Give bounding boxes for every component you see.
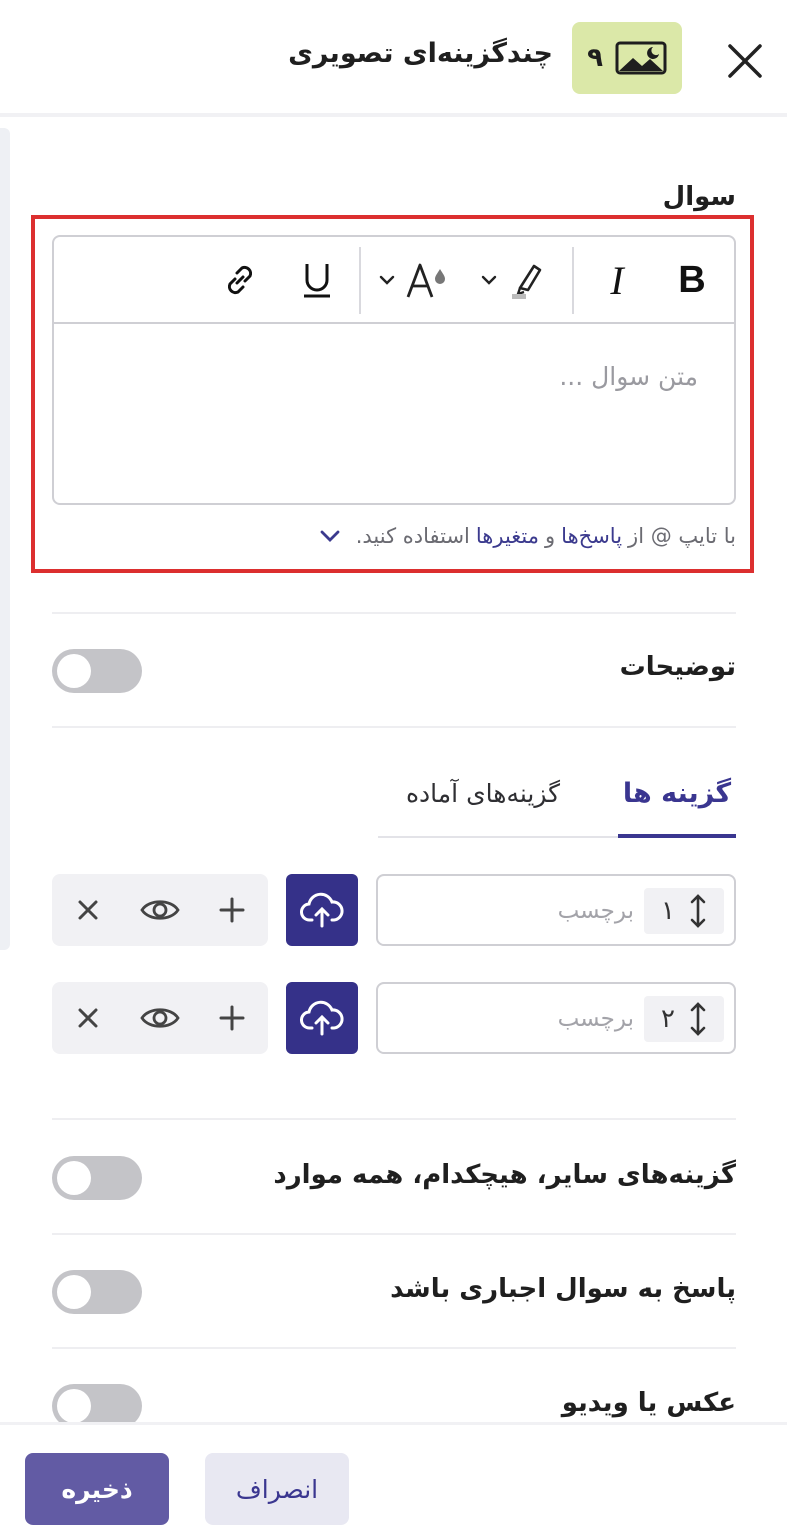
other-options-toggle[interactable] <box>52 1156 142 1200</box>
bold-button[interactable]: B <box>666 255 718 305</box>
option-label-input[interactable] <box>394 890 634 932</box>
toggle-visibility-button[interactable] <box>135 993 185 1043</box>
close-icon <box>728 44 762 78</box>
sort-vertical-icon <box>690 1002 706 1036</box>
description-toggle[interactable] <box>52 649 142 693</box>
toggle-knob <box>57 1275 91 1309</box>
add-option-button[interactable] <box>207 885 257 935</box>
question-editor[interactable]: B I متن سوال ... <box>52 235 736 505</box>
underline-icon <box>304 264 330 298</box>
divider <box>52 612 736 614</box>
font-color-button[interactable] <box>372 255 454 305</box>
option-drag-handle[interactable]: ۲ <box>644 996 724 1042</box>
chevron-down-icon <box>379 275 395 285</box>
required-label: پاسخ به سوال اجباری باشد <box>390 1274 736 1304</box>
upload-image-button[interactable] <box>286 874 358 946</box>
toggle-visibility-button[interactable] <box>135 885 185 935</box>
close-button[interactable] <box>720 36 770 86</box>
hint-and: و <box>545 524 556 548</box>
chevron-down-icon <box>481 275 497 285</box>
plus-icon <box>219 897 245 923</box>
plus-icon <box>219 1005 245 1031</box>
toggle-knob <box>57 1161 91 1195</box>
question-text-placeholder[interactable]: متن سوال ... <box>559 362 698 391</box>
underline-button[interactable] <box>291 255 343 305</box>
tab-preset-options[interactable]: گزینه‌های آماده <box>378 760 588 838</box>
option-actions <box>52 982 268 1054</box>
option-row: ۲ <box>376 982 736 1054</box>
toggle-knob <box>57 1389 91 1423</box>
editor-toolbar: B I <box>54 237 734 324</box>
chevron-down-icon[interactable] <box>316 522 344 550</box>
link-icon <box>227 265 253 295</box>
image-icon <box>615 41 667 75</box>
upload-image-button[interactable] <box>286 982 358 1054</box>
add-option-button[interactable] <box>207 993 257 1043</box>
save-button[interactable]: ذخیره <box>25 1453 169 1525</box>
option-row: ۱ <box>376 874 736 946</box>
divider <box>52 1233 736 1235</box>
cloud-upload-icon <box>300 892 344 928</box>
variables-link[interactable]: متغیرها <box>476 524 539 548</box>
divider <box>52 1347 736 1349</box>
scroll-track <box>0 128 10 950</box>
mention-hint: با تایپ @ از پاسخ‌ها و متغیرها استفاده ک… <box>316 522 736 550</box>
divider <box>52 726 736 728</box>
panel-header: ۹ چندگزینه‌ای تصویری <box>0 0 787 117</box>
required-toggle[interactable] <box>52 1270 142 1314</box>
delete-option-button[interactable] <box>63 993 113 1043</box>
option-label-input[interactable] <box>394 998 634 1040</box>
question-label: سوال <box>662 182 736 212</box>
italic-icon: I <box>610 257 624 303</box>
italic-button[interactable]: I <box>592 255 642 305</box>
link-button[interactable] <box>214 255 266 305</box>
hint-suffix: استفاده کنید. <box>355 524 470 548</box>
options-tabs: گزینه ها گزینه‌های آماده <box>378 760 736 838</box>
close-icon <box>78 1008 98 1028</box>
font-color-icon <box>406 263 445 298</box>
option-index: ۱ <box>661 896 675 926</box>
media-label: عکس یا ویدیو <box>561 1388 736 1418</box>
option-index: ۲ <box>661 1004 675 1034</box>
cloud-upload-icon <box>300 1000 344 1036</box>
option-actions <box>52 874 268 946</box>
bold-icon: B <box>678 258 706 301</box>
highlight-icon <box>512 264 542 299</box>
cancel-button[interactable]: انصراف <box>205 1453 349 1525</box>
highlight-button[interactable] <box>474 255 556 305</box>
eye-icon <box>140 1008 180 1028</box>
other-options-label: گزینه‌های سایر، هیچکدام، همه موارد <box>273 1160 736 1190</box>
sort-vertical-icon <box>690 894 706 928</box>
toggle-knob <box>57 654 91 688</box>
delete-option-button[interactable] <box>63 885 113 935</box>
hint-prefix: با تایپ @ از <box>628 524 736 548</box>
description-label: توضیحات <box>619 652 736 682</box>
panel-footer: ذخیره انصراف <box>0 1422 787 1537</box>
tab-options[interactable]: گزینه ها <box>618 760 736 838</box>
eye-icon <box>140 900 180 920</box>
close-icon <box>78 900 98 920</box>
question-type-badge: ۹ <box>572 22 682 94</box>
toolbar-divider <box>572 247 574 314</box>
option-drag-handle[interactable]: ۱ <box>644 888 724 934</box>
question-number: ۹ <box>587 43 603 73</box>
answers-link[interactable]: پاسخ‌ها <box>561 524 622 548</box>
toolbar-divider <box>359 247 361 314</box>
page-title: چندگزینه‌ای تصویری <box>288 38 553 69</box>
divider <box>52 1118 736 1120</box>
